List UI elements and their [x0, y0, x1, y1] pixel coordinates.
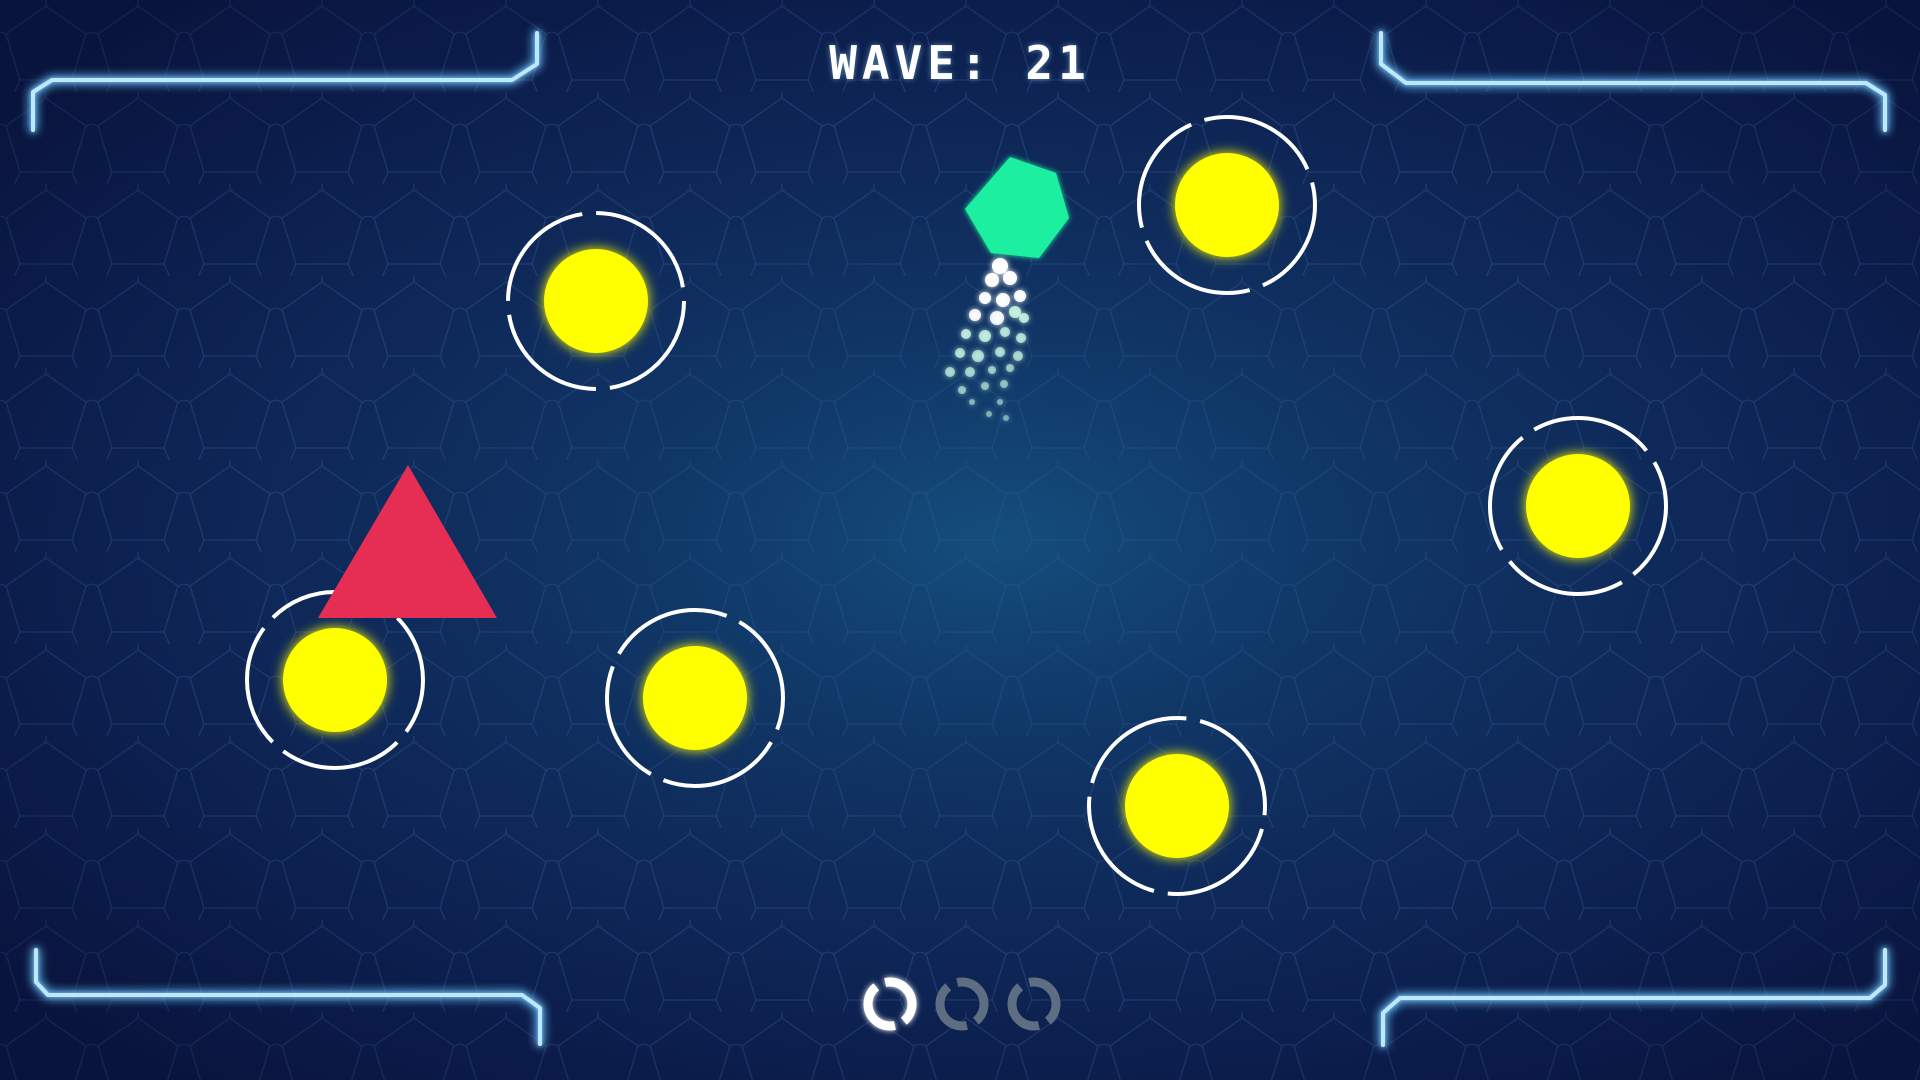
- trail-particle: [961, 329, 971, 339]
- trail-particle: [1006, 364, 1014, 372]
- trail-particle: [1019, 313, 1029, 323]
- trail-particle: [958, 386, 966, 394]
- trail-particle: [972, 350, 984, 362]
- trail-particle: [1009, 306, 1021, 318]
- trail-particle: [969, 399, 975, 405]
- trail-particle: [995, 347, 1005, 357]
- target-core: [1175, 153, 1279, 257]
- wave-counter: WAVE: 21: [829, 36, 1091, 90]
- trail-particle: [990, 311, 1004, 325]
- trail-particle: [965, 367, 975, 377]
- trail-particle: [1000, 327, 1010, 337]
- trail-particle: [988, 366, 996, 374]
- trail-particle: [955, 348, 965, 358]
- target-core: [1526, 454, 1630, 558]
- trail-particle: [1003, 415, 1009, 421]
- trail-particle: [996, 293, 1010, 307]
- trail-particle: [979, 330, 991, 342]
- trail-particle: [945, 367, 955, 377]
- trail-particle: [1013, 351, 1023, 361]
- trail-particle: [1016, 333, 1026, 343]
- target-core: [1125, 754, 1229, 858]
- game-canvas[interactable]: WAVE: 21: [0, 0, 1920, 1080]
- trail-particle: [985, 273, 999, 287]
- trail-particle: [997, 399, 1003, 405]
- trail-particle: [1000, 380, 1008, 388]
- trail-particle: [1003, 271, 1017, 285]
- trail-particle: [986, 411, 992, 417]
- trail-particle: [992, 258, 1008, 274]
- trail-particle: [969, 309, 981, 321]
- target-core: [544, 249, 648, 353]
- trail-particle: [1014, 290, 1026, 302]
- game-scene: [0, 0, 1920, 1080]
- target-core: [283, 628, 387, 732]
- trail-particle: [979, 292, 991, 304]
- target-core: [643, 646, 747, 750]
- background-glow: [0, 0, 1920, 1080]
- trail-particle: [981, 382, 989, 390]
